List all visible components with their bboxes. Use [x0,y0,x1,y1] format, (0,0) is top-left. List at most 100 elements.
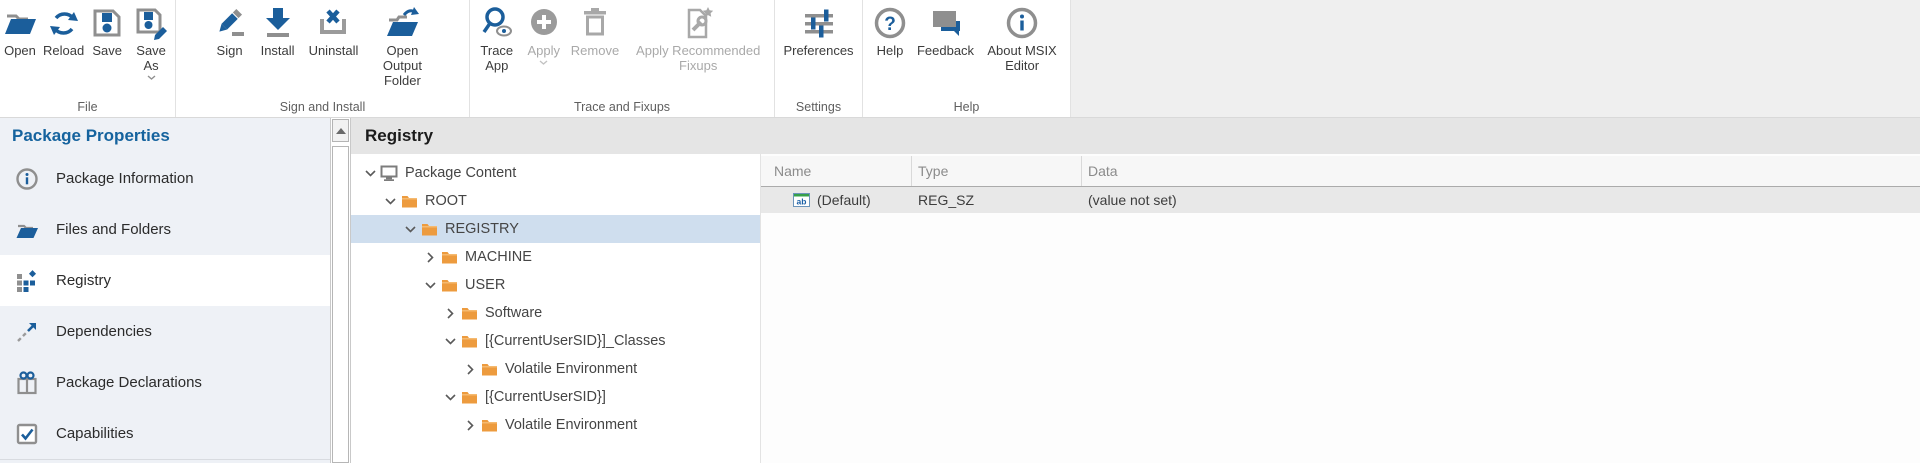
chevron-expanded-icon[interactable] [441,338,459,345]
chevron-collapsed-icon[interactable] [441,308,459,319]
open-output-folder-label: Open Output Folder [372,43,432,88]
chevron-expanded-icon[interactable] [381,198,399,205]
scrollbar-thumb[interactable] [332,146,349,463]
sidebar-item-label: Files and Folders [56,221,171,238]
about-msix-editor-label: About MSIX Editor [984,43,1060,73]
reload-button[interactable]: Reload [40,6,87,58]
sidebar-item-label: Registry [56,272,111,289]
tree-node-currentusersid-classes[interactable]: [{CurrentUserSID}]_Classes [351,327,760,355]
tree-node-label: ROOT [425,193,467,209]
folder-icon [479,418,499,432]
trace-app-button[interactable]: Trace App [474,6,520,73]
sidebar-list: Package Information Files and Folders [0,153,330,460]
page-title: Registry [351,118,1920,154]
tree-node-label: Software [485,305,542,321]
tree-node-label: MACHINE [465,249,532,265]
reload-icon [47,6,81,40]
chevron-expanded-icon[interactable] [441,394,459,401]
save-button[interactable]: Save [87,6,127,58]
apply-recommended-fixups-label: Apply Recommended Fixups [629,43,767,73]
ribbon-group-trace-and-fixups: Trace App Apply Remove [470,0,775,117]
save-as-label: Save As [130,43,172,73]
help-question-icon: ? [873,6,907,40]
column-header-data[interactable]: Data [1081,156,1920,186]
open-button[interactable]: Open [0,6,40,58]
remove-button[interactable]: Remove [568,6,622,58]
uninstall-button[interactable]: Uninstall [306,6,362,58]
tree-node-label: Volatile Environment [505,417,637,433]
sidebar-title: Package Properties [0,118,330,153]
sidebar-item-package-declarations[interactable]: Package Declarations [0,357,330,408]
tree-node-user[interactable]: USER [351,271,760,299]
install-label: Install [261,43,295,58]
sidebar-item-package-information[interactable]: Package Information [0,153,330,204]
registry-tree: Package Content ROOT [351,154,761,463]
package-properties-sidebar: Package Properties Package Information F… [0,118,330,463]
folder-icon [419,222,439,236]
install-button[interactable]: Install [258,6,298,58]
svg-text:?: ? [884,14,896,35]
dependencies-icon [15,320,39,344]
tree-node-machine[interactable]: MACHINE [351,243,760,271]
chevron-expanded-icon[interactable] [401,226,419,233]
open-output-folder-button[interactable]: Open Output Folder [369,6,435,88]
trace-app-icon [480,6,514,40]
apply-button[interactable]: Apply [524,6,564,65]
uninstall-label: Uninstall [309,43,359,58]
tree-node-volatile-environment-classes[interactable]: Volatile Environment [351,355,760,383]
sidebar-item-capabilities[interactable]: Capabilities [0,408,330,459]
open-output-folder-icon [385,6,419,40]
chevron-expanded-icon[interactable] [361,170,379,177]
tree-node-label: [{CurrentUserSID}] [485,389,606,405]
checkbox-icon [15,422,39,446]
column-header-type[interactable]: Type [911,156,1081,186]
scrollbar-up-button[interactable] [332,119,349,142]
preferences-button[interactable]: Preferences [780,6,856,58]
value-name: (Default) [817,192,871,208]
help-button[interactable]: ? Help [870,6,910,58]
reg-sz-icon: ab [793,193,810,207]
tree-node-package-content[interactable]: Package Content [351,159,760,187]
tree-node-root[interactable]: ROOT [351,187,760,215]
gift-icon [15,371,39,395]
chevron-expanded-icon[interactable] [421,282,439,289]
save-icon [90,6,124,40]
folder-icon [479,362,499,376]
column-header-name[interactable]: Name [761,156,911,186]
sidebar-item-dependencies[interactable]: Dependencies [0,306,330,357]
about-msix-editor-button[interactable]: About MSIX Editor [981,6,1063,73]
sidebar-item-files-and-folders[interactable]: Files and Folders [0,204,330,255]
apply-recommended-fixups-button[interactable]: Apply Recommended Fixups [626,6,770,73]
chevron-collapsed-icon[interactable] [461,364,479,375]
tree-node-software[interactable]: Software [351,299,760,327]
ribbon-group-file: Open Reload Save [0,0,176,117]
chevron-collapsed-icon[interactable] [461,420,479,431]
chevron-collapsed-icon[interactable] [421,252,439,263]
group-label-settings: Settings [775,100,862,114]
table-row[interactable]: ab (Default) REG_SZ (value not set) [761,187,1920,213]
save-as-icon [134,6,168,40]
trace-app-label: Trace App [477,43,517,73]
group-label-trace-and-fixups: Trace and Fixups [470,100,774,114]
sign-button[interactable]: Sign [210,6,250,58]
tree-node-registry[interactable]: REGISTRY [351,215,760,243]
feedback-button[interactable]: Feedback [914,6,977,58]
fixups-document-icon [681,6,715,40]
tree-node-currentusersid[interactable]: [{CurrentUserSID}] [351,383,760,411]
sidebar-scrollbar [330,118,350,463]
tree-node-volatile-environment[interactable]: Volatile Environment [351,411,760,439]
tree-node-label: Volatile Environment [505,361,637,377]
tree-node-label: Package Content [405,165,516,181]
install-arrow-icon [261,6,295,40]
sidebar-item-registry[interactable]: Registry [0,255,330,306]
registry-panel: Registry Package Content [350,118,1920,463]
sidebar-item-label: Capabilities [56,425,134,442]
chevron-down-icon[interactable] [147,75,156,80]
save-as-button[interactable]: Save As [127,6,175,80]
tree-node-label: REGISTRY [445,221,519,237]
reload-label: Reload [43,43,84,58]
registry-values-table: Name Type Data ab (Default) REG_SZ (va [761,154,1920,463]
folder-icon [459,334,479,348]
svg-text:ab: ab [797,197,807,207]
sign-pencil-icon [213,6,247,40]
